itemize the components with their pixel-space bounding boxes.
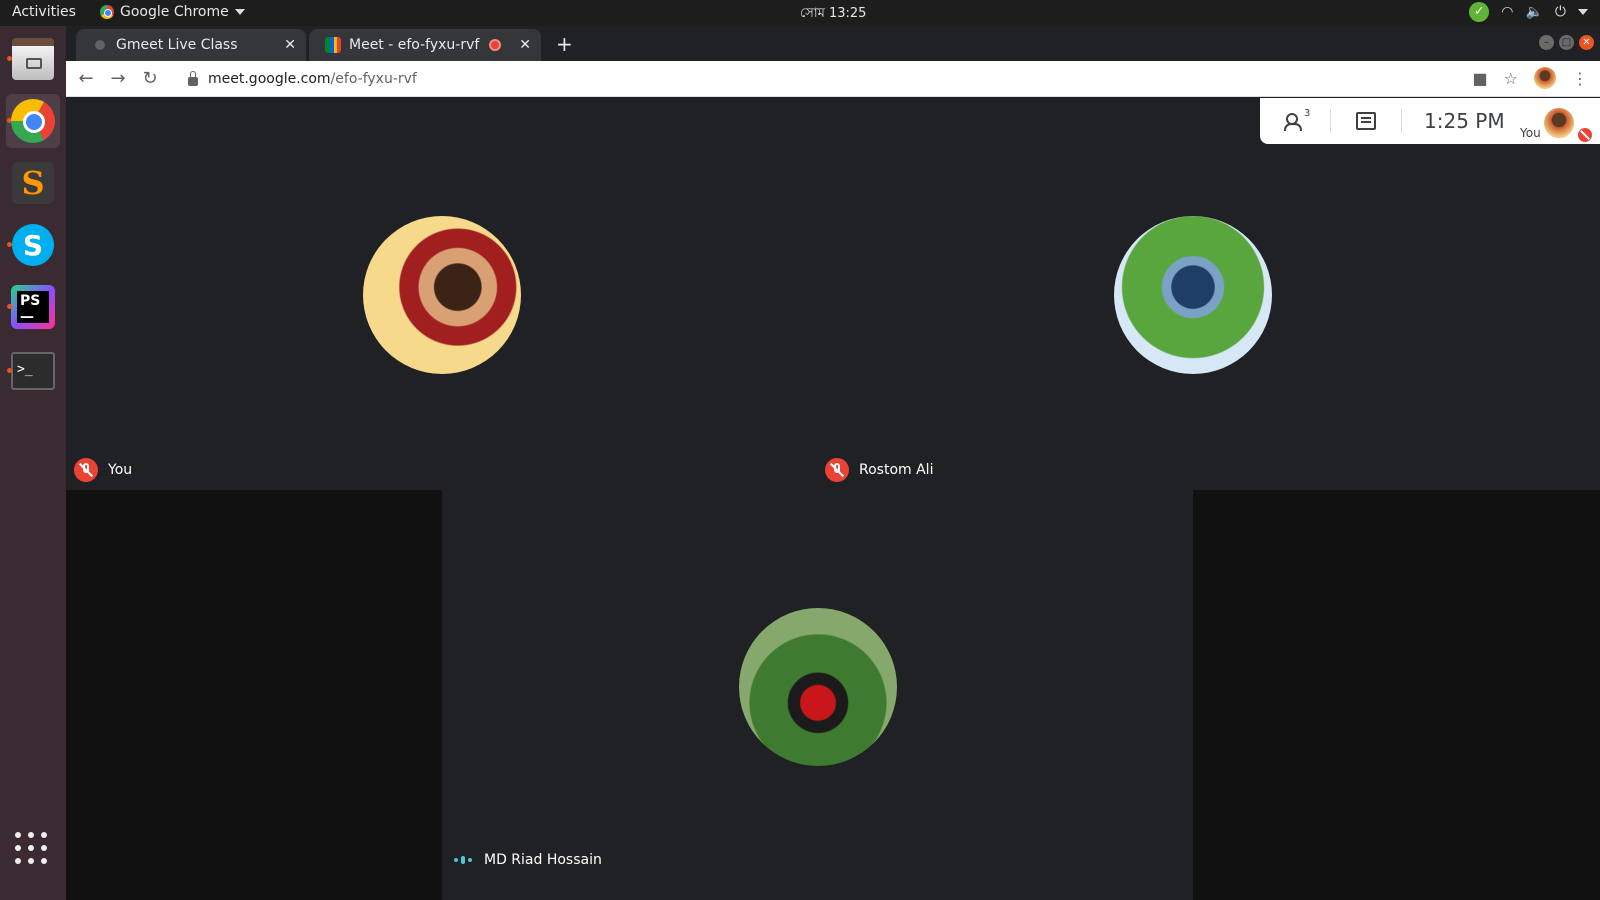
empty-area-left bbox=[66, 490, 442, 900]
wifi-icon[interactable]: ◠ bbox=[1501, 4, 1513, 20]
meeting-time: 1:25 PM bbox=[1424, 109, 1505, 133]
avatar bbox=[363, 216, 521, 374]
dock-item-files[interactable] bbox=[6, 32, 60, 86]
participant-tile-you[interactable]: You bbox=[66, 98, 817, 490]
forward-icon[interactable]: → bbox=[106, 67, 130, 91]
minimize-icon[interactable]: – bbox=[1539, 35, 1554, 50]
tab-meet[interactable]: Meet - efo-fyxu-rvf ✕ bbox=[309, 29, 541, 61]
volume-icon[interactable]: 🔈 bbox=[1525, 4, 1542, 20]
mic-off-icon bbox=[74, 458, 98, 482]
star-icon[interactable]: ☆ bbox=[1504, 69, 1518, 88]
running-indicator bbox=[7, 304, 12, 309]
close-window-icon[interactable]: ✕ bbox=[1579, 35, 1594, 50]
meet-favicon-icon bbox=[325, 37, 341, 53]
dock: S S PS — >_ bbox=[0, 26, 66, 900]
reload-icon[interactable]: ↻ bbox=[138, 67, 162, 91]
address-bar[interactable]: meet.google.com/efo-fyxu-rvf bbox=[176, 65, 1536, 93]
system-tray[interactable]: ✓ ◠ 🔈 ⏻ bbox=[1469, 2, 1588, 22]
speaking-indicator-icon bbox=[454, 856, 474, 864]
chat-icon bbox=[1356, 112, 1376, 130]
participant-tile-md-riad-hossain[interactable]: MD Riad Hossain bbox=[442, 490, 1193, 900]
skype-icon: S bbox=[12, 224, 54, 266]
dock-item-terminal[interactable]: >_ bbox=[6, 344, 60, 398]
running-indicator bbox=[7, 368, 12, 373]
participant-name: MD Riad Hossain bbox=[484, 852, 602, 868]
people-icon bbox=[1284, 113, 1306, 131]
window-controls: – □ ✕ bbox=[1539, 35, 1594, 50]
files-icon bbox=[12, 38, 54, 80]
running-indicator bbox=[7, 242, 12, 247]
tab-gmeet-live-class[interactable]: Gmeet Live Class ✕ bbox=[76, 29, 306, 61]
participant-name: Rostom Ali bbox=[859, 462, 934, 478]
power-icon[interactable]: ⏻ bbox=[1555, 4, 1566, 20]
participant-label: You bbox=[74, 458, 132, 482]
maximize-icon[interactable]: □ bbox=[1559, 35, 1574, 50]
check-icon[interactable]: ✓ bbox=[1469, 2, 1490, 22]
chrome-icon bbox=[100, 5, 114, 19]
participant-name: You bbox=[108, 462, 133, 478]
close-icon[interactable]: ✕ bbox=[519, 37, 531, 53]
recording-icon bbox=[489, 39, 502, 51]
system-top-bar: Activities Google Chrome সোম 13:25 ✓ ◠ 🔈… bbox=[0, 0, 1600, 26]
dock-item-phpstorm[interactable]: PS — bbox=[6, 280, 60, 334]
lock-icon[interactable] bbox=[188, 70, 198, 86]
toolbar: ← → ↻ meet.google.com/efo-fyxu-rvf ■ ☆ ⋮ bbox=[66, 61, 1600, 97]
divider bbox=[1401, 109, 1402, 133]
participant-label: MD Riad Hossain bbox=[454, 852, 602, 868]
profile-avatar[interactable] bbox=[1534, 67, 1556, 89]
mic-off-icon bbox=[825, 458, 849, 482]
phpstorm-icon: PS — bbox=[11, 285, 55, 329]
tab-title: Gmeet Live Class bbox=[116, 37, 238, 53]
camera-icon[interactable]: ■ bbox=[1473, 69, 1488, 88]
tab-strip: Gmeet Live Class ✕ Meet - efo-fyxu-rvf ✕… bbox=[66, 26, 1600, 61]
new-tab-icon[interactable]: + bbox=[556, 32, 573, 56]
close-icon[interactable]: ✕ bbox=[284, 37, 296, 53]
favicon-icon bbox=[92, 37, 108, 53]
chrome-icon bbox=[11, 99, 55, 143]
chat-button[interactable] bbox=[1331, 98, 1401, 144]
people-button[interactable]: 3 bbox=[1260, 98, 1330, 144]
sublime-text-icon: S bbox=[12, 162, 54, 204]
system-clock[interactable]: সোম 13:25 bbox=[800, 4, 866, 25]
more-menu-icon[interactable]: ⋮ bbox=[1572, 69, 1588, 88]
meet-grid: You Rostom Ali MD Riad Hossain 3 1:25 PM bbox=[66, 98, 1600, 900]
mic-off-icon bbox=[1578, 128, 1592, 142]
chevron-down-icon bbox=[234, 9, 245, 15]
empty-area-right bbox=[1193, 490, 1600, 900]
url-host: meet.google.com bbox=[208, 71, 331, 87]
app-menu[interactable]: Google Chrome bbox=[100, 4, 245, 20]
toolbar-actions: ■ ☆ ⋮ bbox=[1473, 67, 1588, 89]
terminal-icon: >_ bbox=[11, 352, 55, 390]
self-view-button[interactable]: You bbox=[1520, 104, 1592, 144]
chevron-down-icon[interactable] bbox=[1578, 9, 1588, 15]
app-menu-label: Google Chrome bbox=[120, 4, 229, 20]
meeting-info-panel: 3 1:25 PM You bbox=[1260, 98, 1600, 144]
dock-item-skype[interactable]: S bbox=[6, 218, 60, 272]
dock-item-sublime[interactable]: S bbox=[6, 156, 60, 210]
back-icon[interactable]: ← bbox=[74, 67, 98, 91]
self-label: You bbox=[1520, 126, 1541, 140]
dock-item-chrome[interactable] bbox=[6, 94, 60, 148]
avatar bbox=[1544, 108, 1574, 138]
show-apps-icon[interactable] bbox=[15, 832, 49, 866]
participant-label: Rostom Ali bbox=[825, 458, 933, 482]
avatar bbox=[1114, 216, 1272, 374]
people-count: 3 bbox=[1304, 108, 1311, 119]
tab-title: Meet - efo-fyxu-rvf bbox=[349, 37, 480, 53]
url-path: /efo-fyxu-rvf bbox=[330, 71, 417, 87]
participant-tile-rostom-ali[interactable]: Rostom Ali bbox=[817, 98, 1600, 490]
avatar bbox=[739, 608, 897, 766]
activities-button[interactable]: Activities bbox=[12, 4, 76, 20]
